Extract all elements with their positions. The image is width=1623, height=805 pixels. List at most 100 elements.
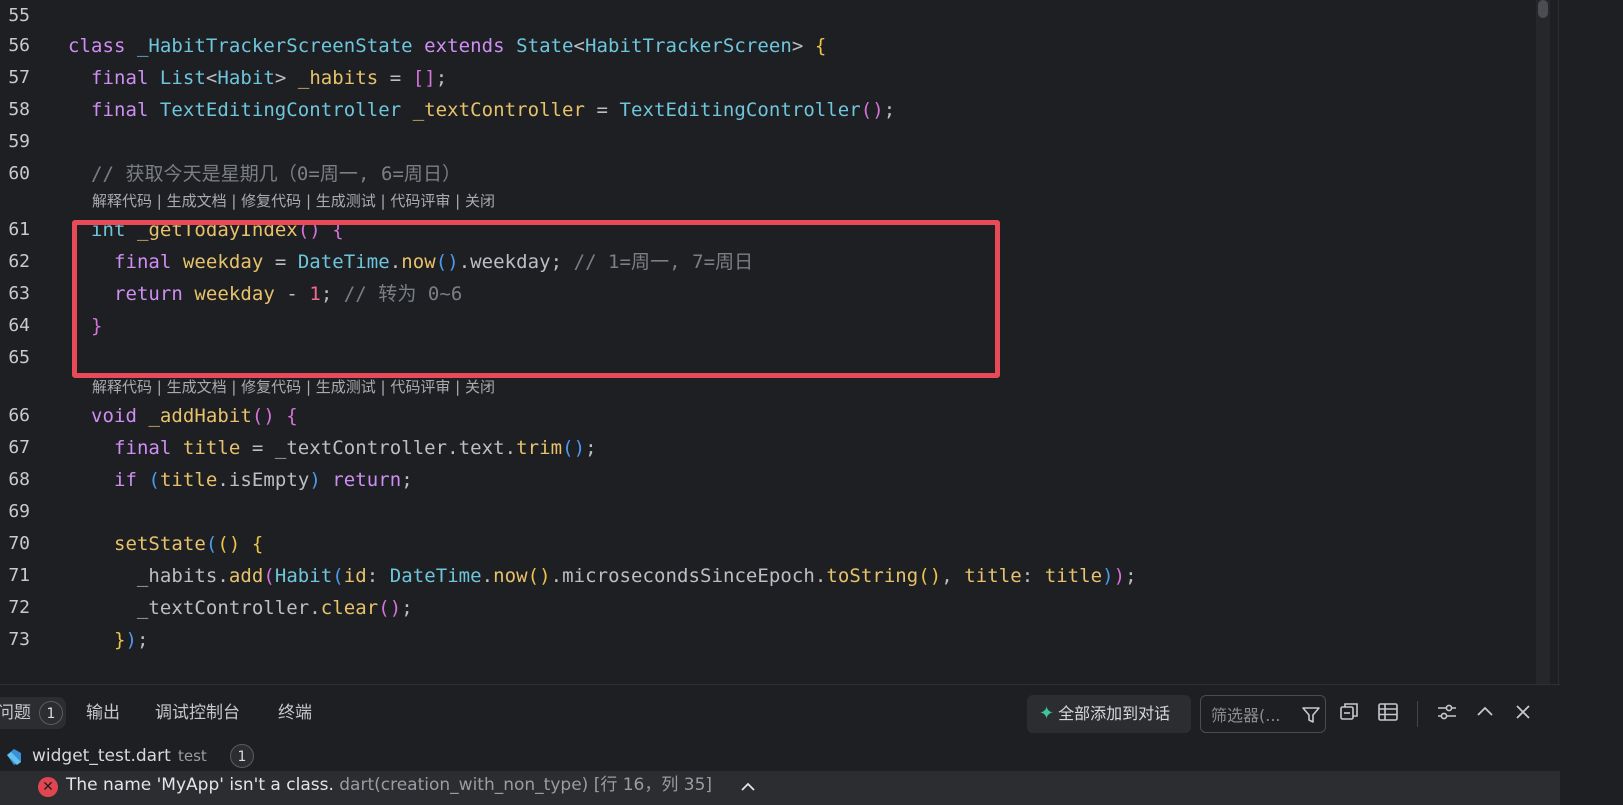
code-line[interactable]: 72 _textController.clear(); <box>0 592 1540 624</box>
code-token: < <box>573 35 586 57</box>
code-token: ( <box>263 565 275 587</box>
code-line[interactable]: 66 void _addHabit() { <box>0 400 1540 432</box>
code-token: id <box>343 565 367 587</box>
code-token: () <box>378 597 402 619</box>
code-token: title <box>964 565 1022 587</box>
line-code: int _getTodayIndex() { <box>68 214 344 246</box>
line-number: 69 <box>8 501 30 522</box>
scrollbar-thumb[interactable] <box>1538 0 1548 18</box>
code-token: = <box>378 67 413 89</box>
line-code: final title = _textController.text.trim(… <box>68 432 597 464</box>
code-line[interactable]: 65 <box>0 342 1540 374</box>
code-line[interactable]: 70 setState(() { <box>0 528 1540 560</box>
line-code: if (title.isEmpty) return; <box>68 464 413 496</box>
tab-output[interactable]: 输出 <box>86 697 120 729</box>
codelens-actions-1[interactable]: 解释代码 | 生成文档 | 修复代码 | 生成测试 | 代码评审 | 关闭 <box>92 190 495 212</box>
settings-sliders-icon[interactable] <box>1434 699 1460 725</box>
code-token: ; <box>435 67 448 89</box>
filter-icon[interactable] <box>1301 705 1321 725</box>
line-number: 63 <box>8 283 30 304</box>
tab-debug-console[interactable]: 调试控制台 <box>155 697 240 729</box>
line-number: 57 <box>8 67 30 88</box>
code-token: final <box>90 67 160 89</box>
code-token: () { <box>251 405 298 427</box>
code-token: ; <box>401 469 413 491</box>
code-line[interactable]: 62 final weekday = DateTime.now().weekda… <box>0 246 1540 278</box>
editor-edge-divider <box>1558 0 1559 684</box>
code-token: weekday <box>182 251 264 273</box>
code-token: trim <box>516 437 563 459</box>
code-token: .weekday; <box>458 251 574 273</box>
code-token: ( <box>205 533 218 555</box>
code-line[interactable]: 56 class _HabitTrackerScreenState extends… <box>0 30 1540 62</box>
add-all-to-chat-button[interactable]: ✦ 全部添加到对话 <box>1027 695 1191 733</box>
code-token: } <box>90 315 103 337</box>
expand-chevron-icon[interactable] <box>738 777 758 797</box>
code-token: void <box>90 405 149 427</box>
code-line[interactable]: 71 _habits.add(Habit(id: DateTime.now().… <box>0 560 1540 592</box>
filter-input[interactable] <box>1209 702 1293 728</box>
code-line[interactable]: 67 final title = _textController.text.tr… <box>0 432 1540 464</box>
code-token: return <box>113 283 195 305</box>
code-editor[interactable]: 55 56 class _HabitTrackerScreenState exten… <box>0 0 1560 684</box>
code-line[interactable]: 55 <box>0 0 1540 32</box>
code-token: ) <box>125 629 137 651</box>
code-token: // 1=周一, 7=周日 <box>573 251 754 273</box>
line-code: final weekday = DateTime.now().weekday; … <box>68 246 753 278</box>
code-line[interactable]: 61 int _getTodayIndex() { <box>0 214 1540 246</box>
code-token: { <box>814 35 827 57</box>
code-line[interactable]: 58 final TextEditingController _textCont… <box>0 94 1540 126</box>
code-line[interactable]: 57 final List<Habit> _habits = []; <box>0 62 1540 94</box>
chevron-up-icon[interactable] <box>1472 699 1498 725</box>
code-token: ) <box>309 469 321 491</box>
problem-file-row[interactable]: widget_test.dart test 1 <box>0 741 1560 771</box>
line-number: 65 <box>8 347 30 368</box>
code-token: State <box>516 35 574 57</box>
code-token: toString <box>826 565 919 587</box>
code-line[interactable]: 60 // 获取今天是星期几（0=周一, 6=周日） <box>0 158 1540 190</box>
close-icon[interactable] <box>1510 699 1536 725</box>
line-number: 72 <box>8 597 30 618</box>
code-token: . <box>389 251 402 273</box>
code-token: ; <box>1125 565 1137 587</box>
line-number: 62 <box>8 251 30 272</box>
filter-box[interactable] <box>1200 695 1326 733</box>
code-line[interactable]: 59 <box>0 126 1540 158</box>
code-line[interactable]: 73 }); <box>0 624 1540 656</box>
code-token: _addHabit <box>148 405 252 427</box>
line-number: 55 <box>8 5 30 26</box>
code-token: = <box>585 99 620 121</box>
tab-terminal[interactable]: 终端 <box>278 697 312 729</box>
vertical-scrollbar[interactable] <box>1536 0 1550 684</box>
code-token: _HabitTrackerScreenState <box>136 35 425 57</box>
codelens-actions-2[interactable]: 解释代码 | 生成文档 | 修复代码 | 生成测试 | 代码评审 | 关闭 <box>92 376 495 398</box>
code-token: = <box>263 251 298 273</box>
code-token: // 获取今天是星期几（0=周一, 6=周日） <box>90 163 462 185</box>
code-line[interactable]: 68 if (title.isEmpty) return; <box>0 464 1540 496</box>
file-name: widget_test.dart <box>32 746 171 766</box>
code-line[interactable]: 63 return weekday - 1; // 转为 0~6 <box>0 278 1540 310</box>
table-view-icon[interactable] <box>1375 699 1401 725</box>
line-code: final TextEditingController _textControl… <box>68 94 895 126</box>
code-line[interactable]: 64 } <box>0 310 1540 342</box>
code-token: ( <box>332 565 344 587</box>
line-code: _habits.add(Habit(id: DateTime.now().mic… <box>68 560 1137 592</box>
code-token: HabitTrackerScreen <box>585 35 792 57</box>
code-token: 1 <box>309 283 321 305</box>
code-token: () <box>918 565 942 587</box>
problem-item[interactable]: ✕ The name 'MyApp' isn't a class. dart(c… <box>0 771 1560 805</box>
code-line[interactable]: 69 <box>0 496 1540 528</box>
line-code: } <box>68 310 102 342</box>
collapse-all-icon[interactable] <box>1336 699 1362 725</box>
error-icon: ✕ <box>38 777 58 797</box>
code-token: return <box>320 469 402 491</box>
code-token: ; <box>883 99 896 121</box>
code-token: _getTodayIndex <box>136 219 298 241</box>
line-code: return weekday - 1; // 转为 0~6 <box>68 278 462 310</box>
tab-problems[interactable]: 问题 1 <box>0 697 66 729</box>
